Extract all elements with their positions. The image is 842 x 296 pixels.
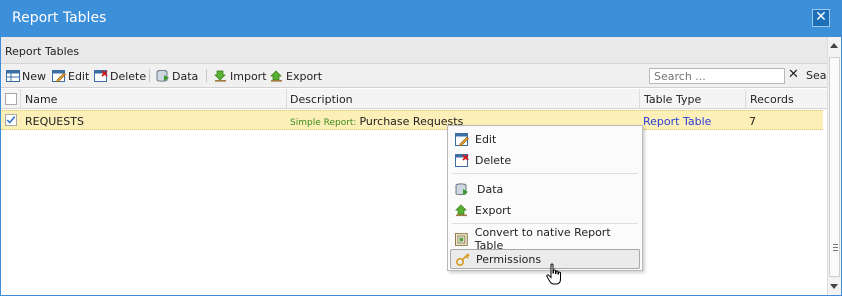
export-label: Export [286,69,323,83]
table-row[interactable]: REQUESTS Simple Report: Purchase Requests… [1,110,823,130]
context-menu-item-export[interactable]: Export [450,200,640,220]
convert-icon [455,232,468,246]
context-menu-divider [452,173,638,174]
edit-icon [52,70,66,82]
close-icon: ✕ [815,9,827,25]
toolbar: New Edit Delete Data Import Export Searc… [1,64,831,88]
new-label: New [22,69,46,83]
delete-icon [455,153,469,167]
context-menu-item-convert[interactable]: Convert to native Report Table [450,226,640,252]
context-menu-item-data[interactable]: Data [450,179,640,199]
row-checkbox[interactable] [5,114,17,126]
window-title: Report Tables [12,10,107,26]
context-menu-label: Export [475,203,512,217]
select-all-checkbox[interactable] [5,93,17,105]
hand-cursor-icon [546,263,561,285]
checkmark-icon [6,116,16,124]
context-menu-label: Edit [475,132,497,146]
delete-icon [94,70,108,82]
data-button[interactable]: Data [156,68,198,84]
new-table-icon [6,70,20,82]
search-input[interactable] [649,68,785,84]
data-icon [455,182,468,195]
new-button[interactable]: New [6,68,46,84]
context-menu-item-edit[interactable]: Edit [450,129,640,149]
row-table-type-link[interactable]: Report Table [643,115,711,128]
close-window-button[interactable]: ✕ [812,9,830,27]
scroll-up-arrow-icon[interactable] [830,43,838,48]
vertical-scrollbar[interactable] [827,37,841,295]
context-menu: Edit Delete Data Export Convert to nativ… [447,125,643,271]
permissions-icon [456,252,470,266]
clear-search-icon[interactable]: ✕ [788,67,799,82]
context-menu-divider [452,223,638,224]
context-menu-label: Delete [475,153,512,167]
edit-icon [455,132,469,146]
row-description: Simple Report: Purchase Requests [290,115,463,128]
import-icon [214,70,226,82]
column-header-description[interactable]: Description [286,89,639,109]
grip-icon [833,244,838,251]
column-header-table-type[interactable]: Table Type [639,89,745,109]
delete-button[interactable]: Delete [94,68,146,84]
context-menu-label: Permissions [476,252,542,266]
export-button[interactable]: Export [270,68,322,84]
context-menu-item-delete[interactable]: Delete [450,150,640,170]
context-menu-label: Data [477,182,504,196]
scrollbar-thumb[interactable] [829,57,840,277]
import-label: Import [230,69,267,83]
toolbar-divider [149,69,150,82]
row-records: 7 [749,115,756,128]
panel-title: Report Tables [5,45,80,58]
column-header-records[interactable]: Records [745,89,827,109]
delete-label: Delete [110,69,147,83]
edit-button[interactable]: Edit [52,68,89,84]
import-button[interactable]: Import [214,68,267,84]
panel-header: Report Tables [1,37,827,64]
grid-header: Name Description Table Type Records [1,89,827,109]
row-description-prefix: Simple Report: [290,118,357,128]
edit-label: Edit [68,69,90,83]
export-icon [455,204,467,216]
row-name: REQUESTS [25,115,84,128]
data-label: Data [172,69,199,83]
column-header-name[interactable]: Name [20,89,286,109]
export-icon [270,70,282,82]
data-icon [156,70,169,82]
scroll-down-arrow-icon[interactable] [830,284,838,289]
window-titlebar: Report Tables ✕ [1,1,841,37]
toolbar-divider [206,69,207,82]
report-tables-window: Report Tables ✕ Report Tables New Edit D… [0,0,842,296]
context-menu-item-permissions[interactable]: Permissions [450,249,640,269]
